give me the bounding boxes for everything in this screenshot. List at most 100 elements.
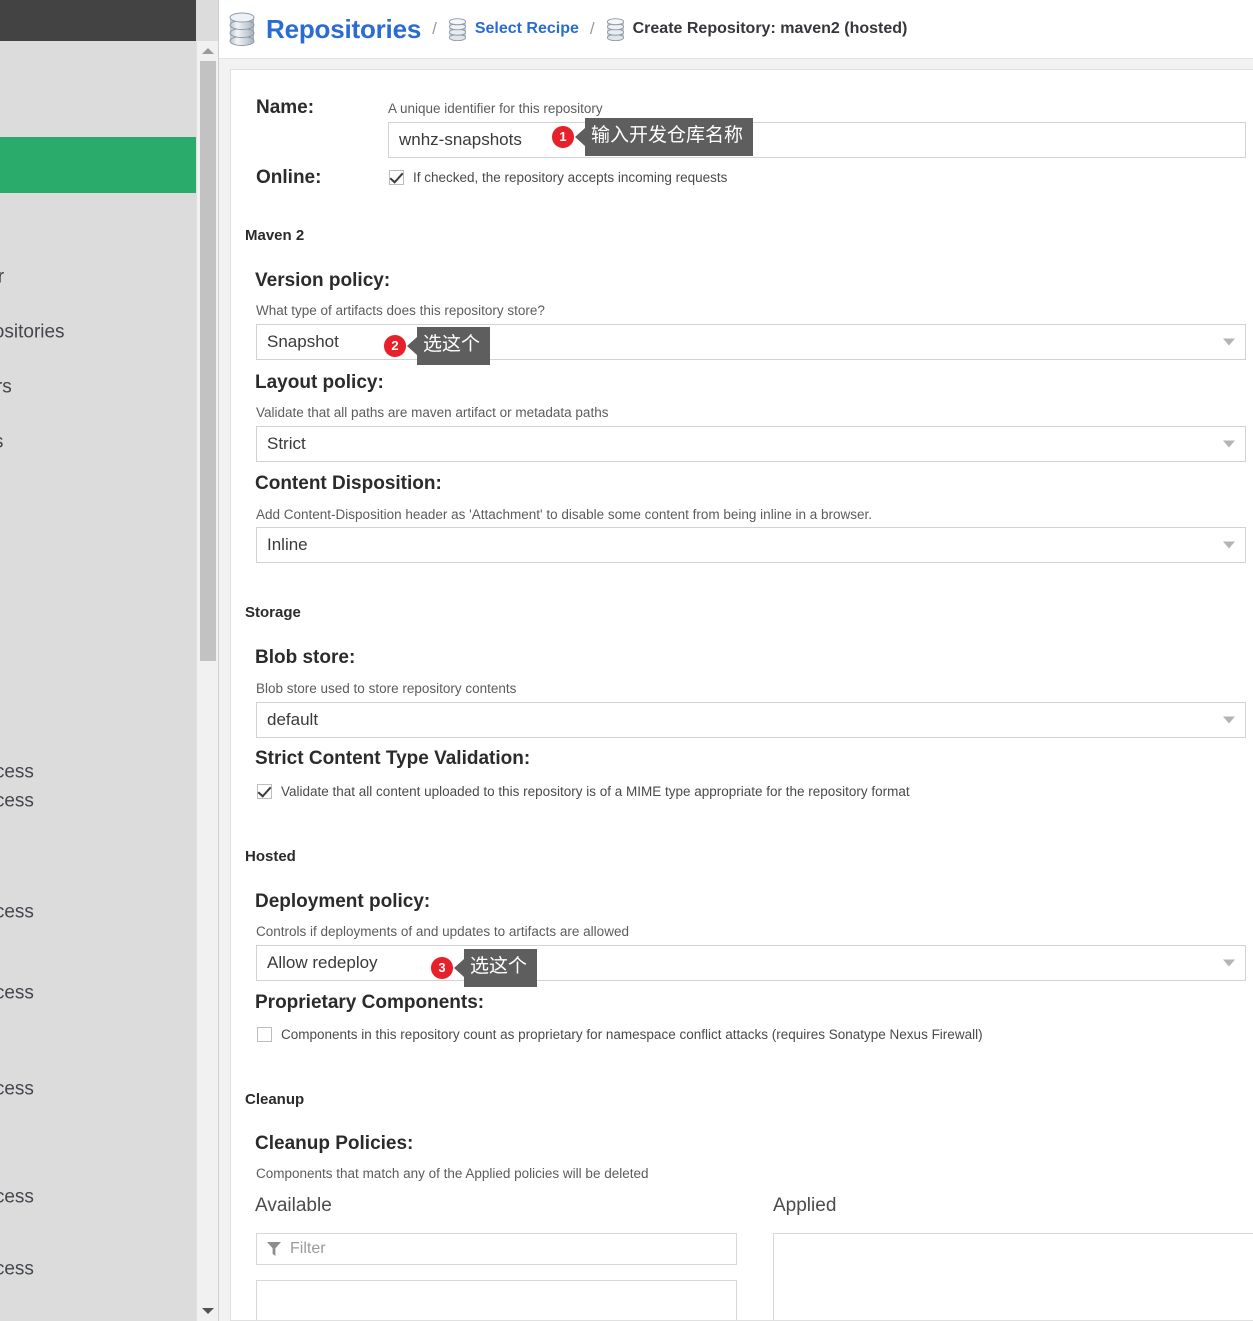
applied-policies-list[interactable] — [773, 1233, 1253, 1320]
sidebar-item-label: p Policies — [0, 433, 3, 452]
layout-policy-select[interactable]: Strict — [256, 426, 1246, 462]
strict-content-type-checkbox-label: Validate that all content uploaded to th… — [281, 784, 910, 799]
name-input[interactable]: wnhz-snapshots — [388, 122, 1246, 158]
sidebar-item-14[interactable]: mous Access — [0, 1173, 196, 1221]
sidebar-item-3[interactable]: Visualizer — [0, 253, 196, 301]
sidebar-item-5[interactable]: t Selectors — [0, 363, 196, 411]
sidebar-item-2[interactable]: ores — [0, 198, 196, 246]
sidebar-item-10[interactable]: mous Access — [0, 777, 196, 825]
annotation-text: 选这个 — [464, 949, 538, 987]
breadcrumb-separator: / — [432, 19, 437, 38]
layout-policy-label: Layout policy: — [255, 372, 384, 393]
sidebar-item-15[interactable]: mous Access — [0, 1245, 196, 1293]
annotation-2: 2 选这个 — [384, 327, 491, 365]
deployment-policy-help: Controls if deployments of and updates t… — [256, 924, 629, 939]
sidebar-item-4[interactable]: tary Repositories — [0, 308, 196, 356]
breadcrumb-separator: / — [589, 19, 595, 38]
cleanup-filter-input[interactable]: Filter — [256, 1233, 737, 1265]
annotation-arrow-icon — [575, 127, 585, 146]
blob-store-value: default — [267, 710, 319, 729]
version-policy-value: Snapshot — [267, 332, 339, 351]
sidebar-item-6[interactable]: p Policies — [0, 418, 196, 466]
chevron-down-icon[interactable] — [1223, 440, 1235, 448]
annotation-arrow-icon — [407, 336, 417, 355]
applied-policies-header: Applied — [773, 1195, 837, 1216]
name-label: Name: — [256, 97, 315, 118]
deployment-policy-value: Allow redeploy — [267, 953, 378, 972]
sidebar-item-label: tary Repositories — [0, 321, 65, 343]
sidebar-item-8[interactable]: es — [0, 583, 196, 631]
cleanup-policies-label: Cleanup Policies: — [255, 1133, 414, 1154]
content-disposition-select[interactable]: Inline — [256, 527, 1246, 563]
sidebar-item-11[interactable]: mous Access — [0, 888, 196, 936]
cleanup-section-title: Cleanup — [245, 1091, 305, 1108]
cleanup-filter-placeholder: Filter — [290, 1240, 326, 1257]
main-content: Repositories / Select Recipe / Create Re… — [219, 0, 1253, 1321]
top-app-bar — [0, 0, 196, 41]
available-policies-list[interactable] — [256, 1280, 737, 1320]
deployment-policy-label: Deployment policy: — [255, 891, 431, 912]
content-disposition-value: Inline — [267, 535, 308, 554]
blob-store-select[interactable]: default — [256, 702, 1246, 738]
scrollbar-up-arrow-icon[interactable] — [197, 41, 219, 61]
proprietary-components-checkbox-row[interactable]: Components in this repository count as p… — [257, 1027, 983, 1042]
strict-content-type-checkbox-row[interactable]: Validate that all content uploaded to th… — [257, 784, 910, 799]
sidebar-item-0[interactable]: y — [0, 57, 196, 105]
chevron-down-icon[interactable] — [1223, 716, 1235, 724]
available-policies-header: Available — [255, 1195, 332, 1216]
sidebar-item-repositories[interactable]: ories — [0, 137, 196, 193]
blob-store-label: Blob store: — [255, 647, 356, 668]
repository-form-panel: Name: A unique identifier for this repos… — [230, 69, 1253, 1321]
name-input-value: wnhz-snapshots — [399, 130, 522, 149]
annotation-badge: 2 — [384, 334, 406, 357]
online-checkbox-row[interactable]: If checked, the repository accepts incom… — [389, 170, 727, 185]
breadcrumb-current: Create Repository: maven2 (hosted) — [632, 20, 908, 37]
sidebar-item-label: mous Access — [0, 901, 34, 923]
content-disposition-label: Content Disposition: — [255, 473, 442, 494]
annotation-3: 3 选这个 — [431, 949, 538, 987]
deployment-policy-select[interactable]: Allow redeploy — [256, 945, 1246, 981]
page-background: Name: A unique identifier for this repos… — [219, 59, 1253, 1321]
version-policy-label: Version policy: — [255, 270, 391, 291]
sidebar-scrollbar[interactable] — [196, 41, 219, 1321]
annotation-text: 选这个 — [417, 327, 491, 365]
database-icon — [228, 12, 256, 46]
sidebar-nav-list[interactable]: y ories ores Visualizer tary Repositorie… — [0, 41, 196, 1321]
scrollbar-thumb[interactable] — [200, 61, 216, 661]
proprietary-components-label: Proprietary Components: — [255, 992, 485, 1013]
sidebar-item-label: mous Access — [0, 1078, 34, 1100]
sidebar-item-label: mous Access — [0, 982, 34, 1004]
database-icon — [448, 17, 467, 41]
sidebar-item-12[interactable]: mous Access — [0, 969, 196, 1017]
version-policy-help: What type of artifacts does this reposit… — [256, 303, 545, 318]
strict-content-type-checkbox[interactable] — [257, 784, 272, 799]
annotation-text: 输入开发仓库名称 — [585, 118, 754, 156]
sidebar-item-label: mous Access — [0, 1258, 34, 1280]
layout-policy-help: Validate that all paths are maven artifa… — [256, 405, 609, 420]
sidebar-item-13[interactable]: mous Access — [0, 1065, 196, 1113]
online-label: Online: — [256, 167, 322, 188]
database-icon — [606, 17, 625, 41]
strict-content-type-label: Strict Content Type Validation: — [255, 748, 531, 769]
chevron-down-icon[interactable] — [1223, 541, 1235, 549]
sidebar-item-7[interactable]: g Rules — [0, 473, 196, 521]
maven2-section-title: Maven 2 — [245, 227, 305, 244]
cleanup-policies-help: Components that match any of the Applied… — [256, 1166, 649, 1181]
chevron-down-icon[interactable] — [1223, 959, 1235, 967]
breadcrumb-select-recipe[interactable]: Select Recipe — [475, 20, 579, 38]
annotation-1: 1 输入开发仓库名称 — [552, 118, 754, 156]
sidebar-item-label: t Selectors — [0, 376, 12, 398]
breadcrumb[interactable]: Repositories / Select Recipe / Create Re… — [219, 0, 1253, 58]
breadcrumb-root[interactable]: Repositories — [266, 14, 421, 45]
scrollbar-down-arrow-icon[interactable] — [197, 1301, 219, 1321]
annotation-badge: 1 — [552, 125, 574, 148]
online-checkbox-label: If checked, the repository accepts incom… — [413, 170, 728, 185]
sidebar: y ories ores Visualizer tary Repositorie… — [0, 0, 219, 1321]
online-checkbox[interactable] — [389, 170, 404, 185]
sidebar-item-label: mous Access — [0, 1186, 34, 1208]
hosted-section-title: Hosted — [245, 848, 296, 865]
chevron-down-icon[interactable] — [1223, 338, 1235, 346]
name-help-text: A unique identifier for this repository — [388, 101, 603, 116]
storage-section-title: Storage — [245, 604, 301, 621]
proprietary-components-checkbox[interactable] — [257, 1027, 272, 1042]
